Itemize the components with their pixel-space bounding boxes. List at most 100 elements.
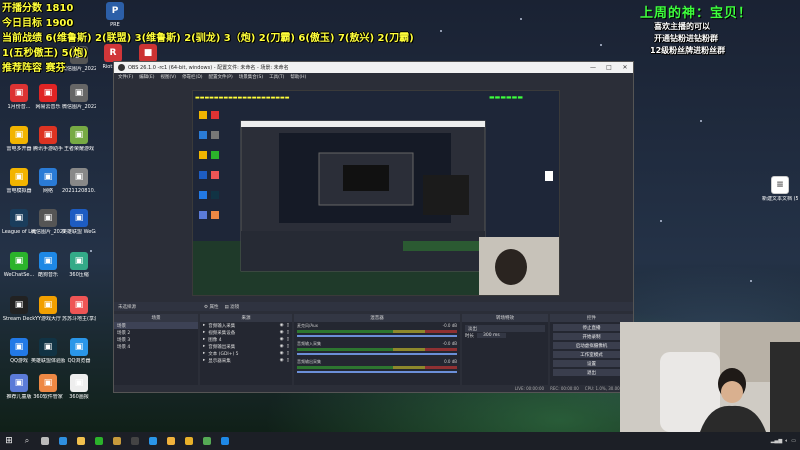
desktop-icon[interactable]: ▣ 苏苏斗地主(享游): [62, 296, 96, 322]
minimize-icon[interactable]: —: [585, 62, 601, 73]
scene-item[interactable]: 场景 2: [114, 329, 198, 336]
taskbar-apps: [36, 432, 234, 450]
desktop-icon[interactable]: ▣ 英雄联盟 WeGame版: [62, 209, 96, 235]
desktop-icon-label: 英雄联盟 WeGame版: [62, 229, 96, 235]
desktop-icon-label: QQ浏览器: [67, 358, 91, 364]
scene-item[interactable]: 场景: [114, 322, 198, 329]
star: [520, 18, 522, 20]
desktop-icon-label: 苏苏斗地主(享游): [62, 316, 96, 322]
taskbar-app-button[interactable]: [72, 432, 90, 450]
visibility-icon[interactable]: ◉: [280, 330, 284, 335]
source-label: 音频输出采集: [208, 344, 236, 350]
desktop-icon-text-document[interactable]: ≡ 新建文本文档 (5): [762, 176, 798, 202]
transition-select[interactable]: 淡出: [465, 325, 545, 332]
control-button[interactable]: 停止直播: [553, 324, 630, 331]
desktop-icon[interactable]: ▣ 网络: [31, 168, 65, 194]
source-item[interactable]: ▸ 图像 4 ◉ ▯: [200, 336, 292, 343]
desktop-icon[interactable]: ▣ 360压缩: [62, 252, 96, 278]
control-button[interactable]: 退出: [553, 369, 630, 376]
control-button[interactable]: 设置: [553, 360, 630, 367]
control-button[interactable]: 开始录制: [553, 333, 630, 340]
source-item[interactable]: ▸ 视频采集设备 ◉ ▯: [200, 329, 292, 336]
lock-icon[interactable]: ▯: [287, 351, 289, 356]
volume-meter: [297, 330, 457, 333]
scene-item[interactable]: 场景 4: [114, 343, 198, 350]
source-item[interactable]: ▸ 音频输出采集 ◉ ▯: [200, 343, 292, 350]
volume-slider[interactable]: [297, 335, 457, 337]
scene-item[interactable]: 场景 3: [114, 336, 198, 343]
volume-slider[interactable]: [297, 371, 457, 373]
duration-label: 时长: [465, 333, 474, 339]
lock-icon[interactable]: ▯: [287, 337, 289, 342]
visibility-icon[interactable]: ◉: [280, 351, 284, 356]
start-button[interactable]: ⊞: [0, 432, 18, 450]
obs-status-bar: LIVE: 00:00:00 REC: 00:00:00 CPU: 1.0%, …: [114, 385, 633, 392]
taskbar-app-button[interactable]: [126, 432, 144, 450]
taskbar-app-button[interactable]: [162, 432, 180, 450]
mixer-panel-title: 混音器: [294, 314, 460, 322]
notification-icon[interactable]: ▭: [791, 438, 796, 444]
taskbar-app-button[interactable]: [90, 432, 108, 450]
properties-button[interactable]: ⚙ 属性: [204, 304, 218, 310]
system-tray: ▂▄▆ 🔈︎ ▭: [771, 438, 800, 444]
star: [700, 120, 702, 122]
visibility-icon[interactable]: ◉: [280, 337, 284, 342]
duration-input[interactable]: 300 ms: [477, 333, 506, 338]
source-type-icon: ▸: [203, 344, 206, 349]
desktop-icon[interactable]: ▣ 网易云音乐: [31, 84, 65, 110]
visibility-icon[interactable]: ◉: [280, 323, 284, 328]
desktop-icon[interactable]: ▣ 微信图片_2022021...: [31, 209, 65, 235]
taskbar-app-button[interactable]: [180, 432, 198, 450]
fan-overlay: 上周的神：宝贝！ 喜欢主播的可以 开通钻粉进钻粉群 12级粉丝牌进粉丝群: [640, 2, 800, 57]
desktop-icon[interactable]: ▣ 王者荣耀游戏: [62, 126, 96, 152]
source-item[interactable]: ▸ 显示器采集 ◉ ▯: [200, 357, 292, 364]
taskbar-app-button[interactable]: [108, 432, 126, 450]
mixer-channel: 音频输入采集 -0.0 dB: [294, 340, 460, 358]
taskbar-app-button[interactable]: [144, 432, 162, 450]
desktop-icon[interactable]: ▣ 英雄联盟体验服: [31, 338, 65, 364]
volume-slider[interactable]: [297, 353, 457, 355]
lock-icon[interactable]: ▯: [287, 358, 289, 363]
desktop-icon-label: YY游戏大厅: [34, 316, 62, 322]
desktop-icon-label: 网络: [42, 188, 53, 194]
source-type-icon: ▸: [203, 323, 206, 328]
control-button[interactable]: 启动虚拟摄像机: [553, 342, 630, 349]
lock-icon[interactable]: ▯: [287, 330, 289, 335]
desktop-icon[interactable]: ▣ 360画报: [62, 374, 96, 400]
desktop-icon[interactable]: ▣ 360软件管家: [31, 374, 65, 400]
transition-type: 淡出: [468, 326, 477, 332]
volume-icon[interactable]: 🔈︎: [785, 438, 788, 444]
source-item[interactable]: ▸ 音频输入采集 ◉ ▯: [200, 322, 292, 329]
network-icon[interactable]: ▂▄▆: [771, 438, 783, 444]
source-item[interactable]: ▸ 文本 (GDI+) 5 ◉ ▯: [200, 350, 292, 357]
taskbar-app-button[interactable]: [54, 432, 72, 450]
desktop-icon[interactable]: ▣ 微信图片_2022021...: [62, 84, 96, 110]
webcam-door: [770, 342, 800, 432]
taskbar: ⊞ ⌕ ▂▄▆ 🔈︎ ▭: [0, 432, 800, 450]
taskbar-app-button[interactable]: [36, 432, 54, 450]
obs-preview[interactable]: ▬▬▬▬▬▬▬▬▬▬▬▬▬▬▬▬▬▬▬▬ ▬▬▬▬▬▬: [192, 90, 560, 296]
desktop-icon[interactable]: ▣ YY游戏大厅: [31, 296, 65, 322]
desktop-icon[interactable]: ▣ 2021120810...: [62, 168, 96, 194]
taskbar-app-button[interactable]: [198, 432, 216, 450]
desktop-icon[interactable]: ▣ QQ浏览器: [62, 338, 96, 364]
obs-window[interactable]: OBS 26.1.0 -rc1 (64-bit, windows) - 配置文件…: [113, 61, 634, 393]
taskbar-app-button[interactable]: [216, 432, 234, 450]
edge-icon: [59, 437, 67, 445]
filters-button[interactable]: ▤ 滤镜: [224, 304, 239, 310]
mixer-channel-db: 0.0 dB: [444, 359, 457, 364]
lock-icon[interactable]: ▯: [287, 323, 289, 328]
control-button[interactable]: 工作室模式: [553, 351, 630, 358]
fan-tip-2: 开通钻粉进钻粉群: [654, 34, 718, 43]
scene-list: 场景 场景 2 场景 3 场景 4: [114, 322, 198, 350]
visibility-icon[interactable]: ◉: [280, 358, 284, 363]
desktop-icon[interactable]: ▣ 酷狗音乐: [31, 252, 65, 278]
lock-icon[interactable]: ▯: [287, 344, 289, 349]
source-label: 显示器采集: [208, 358, 231, 364]
maximize-icon[interactable]: □: [601, 62, 617, 73]
close-icon[interactable]: ✕: [617, 62, 633, 73]
visibility-icon[interactable]: ◉: [280, 344, 284, 349]
search-icon[interactable]: ⌕: [18, 432, 36, 450]
desktop-icon[interactable]: ▣ 腾讯手游助手: [31, 126, 65, 152]
lol-pbe-icon: ▣: [39, 338, 57, 356]
